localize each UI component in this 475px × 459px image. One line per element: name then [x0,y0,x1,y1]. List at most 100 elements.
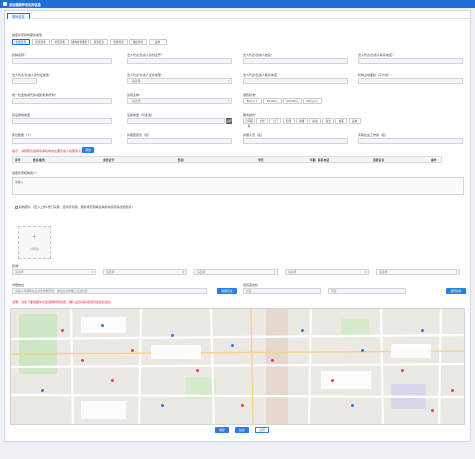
facility-select-button[interactable]: 选择 [226,118,232,124]
intro-textarea[interactable]: 请输入 [12,177,464,195]
service-mode-chip[interactable]: 全托 [256,118,269,124]
legal-phone-input[interactable] [358,58,463,64]
fee-option-chip[interactable]: 50元以下 [243,98,262,104]
credit-code-input[interactable] [12,98,112,104]
map-poi-icon[interactable] [351,404,354,407]
map-poi-icon[interactable] [301,329,304,332]
lat-input[interactable]: 纬度 [328,288,406,294]
pick-coord-button[interactable]: 选择坐标 [446,288,466,294]
region-select[interactable]: 请选择 [376,269,460,275]
nursing-bed-input[interactable] [127,138,232,144]
service-type-chip[interactable]: 其他 [148,39,167,45]
map-poi-icon[interactable] [61,329,64,332]
id-type-input[interactable] [12,78,37,84]
map-poi-icon[interactable] [161,404,164,407]
area-input[interactable] [358,78,463,84]
bed-count-input[interactable] [12,138,112,144]
map-poi-icon[interactable] [361,349,364,352]
coord-label: 经纬度坐标 [243,283,259,287]
window-titlebar: 添加健康养老机构信息 [0,0,475,8]
col-gender: 性别 [178,158,184,162]
map-poi-icon[interactable] [431,409,434,412]
region-select[interactable]: 请选择 [12,269,96,275]
map-poi-icon[interactable] [241,404,244,407]
close-button[interactable]: 关闭 [255,427,269,433]
fee-label: 收费标准* [243,93,257,97]
map-poi-icon[interactable] [401,369,404,372]
service-mode-chip[interactable]: 助洁 [322,118,335,124]
staff-notice: 提示：请按照表格填写本机构的主要负责人和服务人员信息 [12,149,91,153]
app-icon [3,2,7,6]
window-title: 添加健康养老机构信息 [9,2,41,7]
operator-select[interactable]: --请选择-- [127,98,232,104]
map-poi-icon[interactable] [131,349,134,352]
fee-option-chip[interactable]: 200元以上 [303,98,322,104]
legal-phone-label: 法人代表/负责人联系电话* [358,53,394,57]
map-poi-icon[interactable] [81,359,84,362]
submit-button[interactable]: 提交 [235,427,249,433]
region-select[interactable]: 请选择 [285,269,369,275]
save-button[interactable]: 保存 [215,427,229,433]
col-action: 操作 [431,158,437,162]
social-worker-input[interactable] [358,138,463,144]
service-type-chip[interactable]: 旅居养老 [129,39,147,45]
service-mode-chip[interactable]: 助浴 [309,118,321,124]
service-type-chip[interactable]: 居家养老 [31,39,50,45]
map-poi-icon[interactable] [231,344,234,347]
region-select[interactable]: 请选择 [103,269,187,275]
service-mode-chip[interactable]: 日间照料 [243,118,255,128]
nurse-count-input[interactable] [243,138,348,144]
legal-name-label: 法人代表/负责人姓名* [243,53,273,57]
address-input[interactable]: 请输入详细地址后点击地图定位，或直接在地图上点选位置 [12,288,207,294]
operator-label: 运营主体* [127,93,141,97]
service-mode-chip[interactable]: 上门 [269,118,282,124]
plus-icon: + [32,232,37,241]
fee-option-chip[interactable]: 100-200元 [283,98,302,104]
tab-basic-info[interactable]: 基础信息 [7,13,30,19]
map-poi-icon[interactable] [451,389,454,392]
map-poi-icon[interactable] [101,324,104,327]
service-type-chip[interactable]: 机构养老服务 [70,39,89,45]
map-poi-icon[interactable] [196,369,199,372]
region-select[interactable]: 请选择 [194,269,278,275]
contact-phone-input[interactable] [243,78,348,84]
map-view[interactable] [10,308,465,425]
fee-option-chip[interactable]: 50-100元 [263,98,282,104]
map-poi-icon[interactable] [41,389,44,392]
legal-id-input[interactable] [127,58,232,64]
service-mode-chip[interactable]: 助餐 [295,118,308,124]
agree-checkbox[interactable] [15,205,18,209]
service-mode-chip[interactable]: 短托 [282,118,295,124]
service-type-chip[interactable]: 医养结合 [90,39,108,45]
land-type-input[interactable] [12,118,112,124]
org-name-input[interactable] [12,58,112,64]
col-id: 身份证号 [103,158,115,162]
locate-button[interactable]: 地图定位 [217,288,237,294]
col-index: 序号 [15,158,21,162]
legal-name-input[interactable] [243,58,348,64]
col-name: 姓名/职务 [33,158,45,162]
address-label: 详细地址 [12,283,25,287]
map-poi-icon[interactable] [271,359,274,362]
service-mode-chip[interactable]: 其他 [348,118,361,124]
map-poi-icon[interactable] [171,334,174,337]
col-education: 学历 [258,158,264,162]
map-poi-icon[interactable] [331,379,334,382]
service-type-chip[interactable]: 智慧养老 [109,39,128,45]
facility-input[interactable] [127,118,225,124]
map-canvas [11,309,464,424]
cert-type-select[interactable]: --请选择-- [127,78,232,84]
area-label: 机构占地面积（平方米）* [358,73,393,77]
land-type-label: 建设用地类型 [12,113,31,117]
lng-input[interactable]: 经度 [243,288,321,294]
facility-label: 设施类型（可多选） [127,113,155,117]
map-poi-icon[interactable] [421,329,424,332]
service-type-chip[interactable]: 社区养老 [51,39,69,45]
photo-upload[interactable]: + 上传照片 [18,226,51,259]
service-mode-chip[interactable]: 助医 [335,118,348,124]
service-type-chip[interactable]: 健康养老 [12,39,30,45]
intro-label: 健康养老机构简介* [12,171,38,175]
service-type-label: 健康养老机构服务类型 [12,33,43,37]
staff-add-button[interactable]: 添加 [82,147,94,153]
map-poi-icon[interactable] [111,379,114,382]
